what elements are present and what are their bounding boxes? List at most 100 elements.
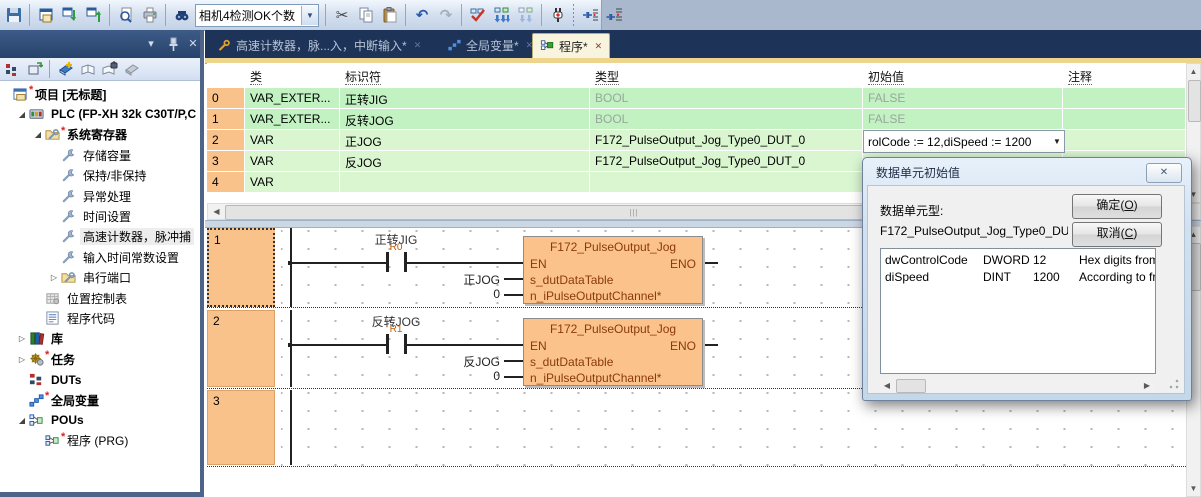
scroll-left-icon[interactable]: ◀: [209, 205, 224, 218]
toolbar-button-upload-from-plc[interactable]: [83, 4, 105, 26]
table-cell[interactable]: [1063, 109, 1186, 130]
toolbar-button-insert-network-below[interactable]: [603, 4, 625, 26]
chevron-down-icon[interactable]: ▼: [1050, 137, 1064, 146]
dialog-close-button[interactable]: ✕: [1146, 163, 1182, 183]
toolbar-button-find[interactable]: [171, 4, 193, 26]
function-block[interactable]: F172_PulseOutput_JogENENOs_dutDataTablen…: [523, 318, 703, 386]
tree-expand-arrow[interactable]: ◢: [16, 110, 28, 119]
table-cell[interactable]: F172_PulseOutput_Jog_Type0_DUT_0: [590, 151, 863, 172]
input-operand[interactable]: 0: [380, 369, 500, 383]
contact-bar[interactable]: [404, 334, 407, 354]
chevron-down-icon[interactable]: ▾: [142, 36, 160, 52]
dialog-list-row[interactable]: dwControlCodeDWORD12Hex digits from le: [881, 253, 1156, 269]
tree-item-9[interactable]: 输入时间常数设置: [48, 247, 182, 267]
tree-item-6[interactable]: 异常处理: [48, 186, 134, 206]
library-open-icon[interactable]: [78, 60, 98, 78]
tree-item-11[interactable]: 位置控制表: [32, 288, 130, 308]
tree-item-5[interactable]: 保持/非保持: [48, 166, 149, 186]
scroll-up-icon[interactable]: ▲: [1188, 65, 1199, 78]
toolbar-button-redo[interactable]: ↷: [435, 4, 457, 26]
scroll-right-icon[interactable]: ▶: [1140, 378, 1154, 393]
toolbar-button-undo[interactable]: ↶: [411, 4, 433, 26]
tree-item-10[interactable]: ▷串行端口: [48, 268, 134, 288]
toolbar-button-save[interactable]: [3, 4, 25, 26]
table-cell[interactable]: 正转JIG: [340, 88, 590, 109]
tab-1[interactable]: 高速计数器，脉...入，中断输入*✕: [210, 33, 436, 58]
pou-small-icon[interactable]: [25, 60, 45, 78]
table-cell[interactable]: BOOL: [590, 88, 863, 109]
row-number-cell[interactable]: 0: [207, 88, 245, 109]
pin-icon[interactable]: [164, 36, 182, 52]
library-lock-icon[interactable]: [100, 60, 120, 78]
table-cell[interactable]: VAR: [245, 172, 340, 193]
table-cell[interactable]: VAR_EXTER...: [245, 88, 340, 109]
table-cell[interactable]: VAR: [245, 130, 340, 151]
tree-item-16[interactable]: *全局变量: [16, 390, 102, 410]
tree-item-15[interactable]: DUTs: [16, 370, 84, 390]
initial-value-combobox[interactable]: rolCode := 12,diSpeed := 1200 ▼: [863, 130, 1065, 153]
table-cell[interactable]: 反JOG: [340, 151, 590, 172]
tree-expand-arrow[interactable]: ▷: [16, 355, 28, 364]
tab-2[interactable]: 全局变量*✕: [440, 33, 540, 58]
scroll-left-icon[interactable]: ◀: [880, 378, 894, 393]
table-cell[interactable]: 反转JOG: [340, 109, 590, 130]
toolbar-button-compile-all[interactable]: [491, 4, 513, 26]
toolbar-button-check-program[interactable]: [467, 4, 489, 26]
scroll-thumb[interactable]: [896, 379, 926, 393]
table-cell[interactable]: VAR_EXTER...: [245, 109, 340, 130]
tree-expand-arrow[interactable]: ◢: [16, 416, 28, 425]
table-cell[interactable]: [1063, 130, 1186, 151]
rung-margin-1[interactable]: 1: [207, 228, 275, 307]
dialog-hscrollbar[interactable]: ◀ ▶: [880, 378, 1154, 393]
ok-button[interactable]: 确定(O): [1072, 194, 1162, 219]
tab-3[interactable]: 程序*✕: [532, 33, 610, 58]
tree-item-18[interactable]: *程序 (PRG): [32, 431, 131, 451]
toolbar-button-compile-changed[interactable]: [515, 4, 537, 26]
tree-item-13[interactable]: ▷库: [16, 329, 66, 349]
contact-bar[interactable]: [386, 252, 389, 272]
table-cell[interactable]: FALSE: [863, 88, 1063, 109]
initial-value-list[interactable]: dwControlCodeDWORD12Hex digits from ledi…: [880, 248, 1156, 374]
tab-close-icon[interactable]: ✕: [414, 40, 422, 51]
toolbar-button-cut[interactable]: ✂: [331, 4, 353, 26]
tree-item-2[interactable]: ◢PLC (FP-XH 32k C30T/P,C: [16, 104, 199, 124]
chevron-down-icon[interactable]: ▼: [301, 6, 318, 25]
tab-close-icon[interactable]: ✕: [595, 41, 603, 52]
tree-expand-arrow[interactable]: ▷: [48, 273, 60, 282]
row-number-cell[interactable]: 3: [207, 151, 245, 172]
toolbar-button-online-plug[interactable]: [547, 4, 569, 26]
cancel-button[interactable]: 取消(C): [1072, 222, 1162, 247]
toolbar-button-print-preview[interactable]: [115, 4, 137, 26]
toolbar-button-insert-network[interactable]: [579, 4, 601, 26]
contact-bar[interactable]: [386, 334, 389, 354]
tree-item-4[interactable]: 存储容量: [48, 145, 134, 165]
library-add-icon[interactable]: [56, 60, 76, 78]
table-cell[interactable]: [590, 172, 863, 193]
sidebar-splitter[interactable]: [200, 30, 204, 492]
input-operand[interactable]: 正JOG: [380, 271, 500, 288]
input-operand[interactable]: 反JOG: [380, 353, 500, 370]
toolbar-button-print[interactable]: [139, 4, 161, 26]
tree-item-8[interactable]: 高速计数器，脉冲捕: [48, 227, 194, 247]
toolbar-button-download-to-plc[interactable]: [59, 4, 81, 26]
scroll-down-icon[interactable]: ▼: [1188, 482, 1199, 495]
toolbar-button-paste[interactable]: [379, 4, 401, 26]
row-number-cell[interactable]: 2: [207, 130, 245, 151]
row-number-cell[interactable]: 1: [207, 109, 245, 130]
symbol-combobox[interactable]: 相机4检测OK个数▼: [195, 4, 319, 27]
row-number-cell[interactable]: 4: [207, 172, 245, 193]
library-closed-icon[interactable]: [122, 60, 142, 78]
tree-item-1[interactable]: *项目 [无标题]: [0, 84, 109, 104]
tree-item-17[interactable]: ◢POUs: [16, 410, 87, 430]
rung-margin-3[interactable]: 3: [207, 390, 275, 465]
toolbar-button-copy[interactable]: [355, 4, 377, 26]
table-cell[interactable]: VAR: [245, 151, 340, 172]
tree-item-3[interactable]: ◢*系统寄存器: [32, 125, 130, 145]
input-operand[interactable]: 0: [380, 287, 500, 301]
resize-grip[interactable]: [1168, 378, 1180, 390]
scroll-thumb[interactable]: [1188, 80, 1201, 122]
table-cell[interactable]: FALSE: [863, 109, 1063, 130]
rung-margin-2[interactable]: 2: [207, 310, 275, 387]
toolbar-button-project-window[interactable]: [35, 4, 57, 26]
function-block[interactable]: F172_PulseOutput_JogENENOs_dutDataTablen…: [523, 236, 703, 304]
